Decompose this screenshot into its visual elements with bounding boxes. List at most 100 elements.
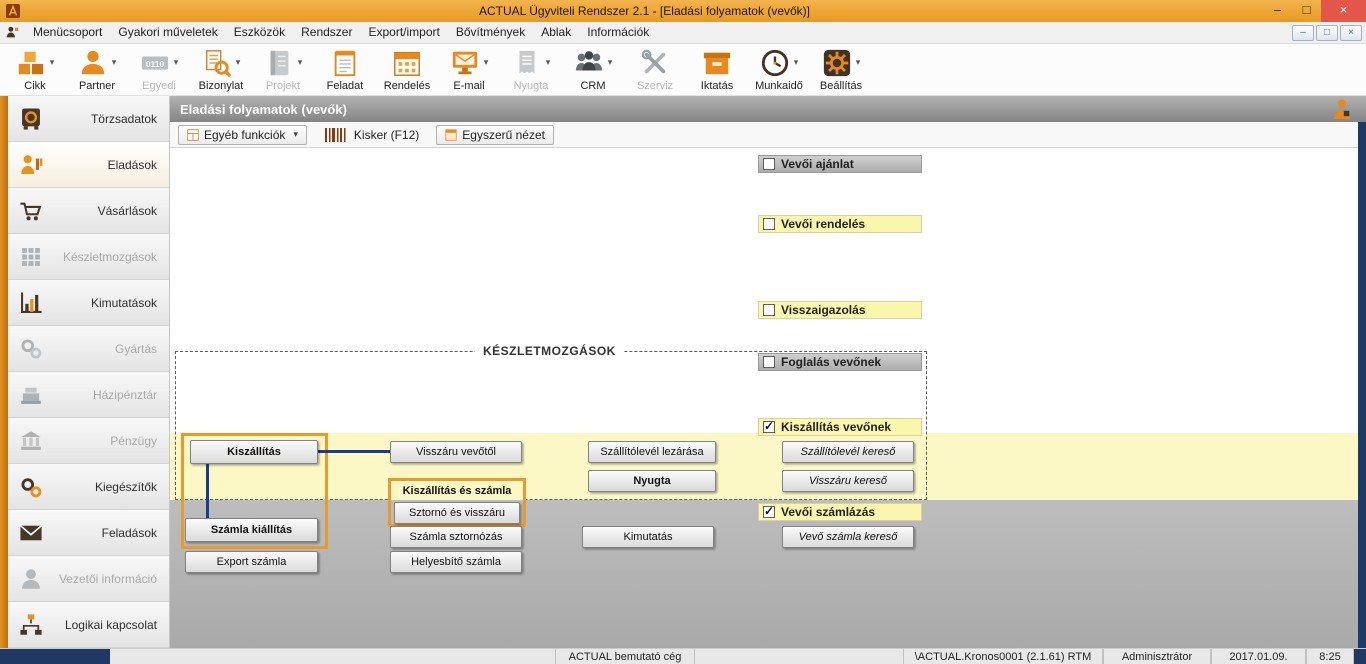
toolbar-item-email[interactable]: ▾ E-mail	[438, 44, 500, 92]
bar-chart-icon	[18, 290, 44, 316]
menu-group-icon	[6, 26, 19, 39]
svg-text:0110: 0110	[146, 58, 165, 68]
toolbar-item-label: Feladat	[327, 80, 364, 92]
toolbar-item-rendeles[interactable]: Rendelés	[376, 44, 438, 92]
checkbox-row-visszaigazolas: Visszaigazolás	[758, 301, 922, 319]
kimutatas-button[interactable]: Kimutatás	[582, 526, 714, 548]
vevo-szamla-kereso-button[interactable]: Vevő számla kereső	[782, 526, 914, 548]
dropdown-arrow-icon[interactable]: ▾	[856, 57, 861, 68]
kiszallitas-vevonek-checkbox[interactable]	[763, 421, 775, 433]
export-szamla-button[interactable]: Export számla	[185, 551, 318, 573]
dropdown-arrow-icon[interactable]: ▾	[236, 57, 241, 68]
szamla-sztornozas-button[interactable]: Számla sztornózás	[390, 526, 522, 548]
close-button[interactable]: ×	[1321, 0, 1366, 22]
statusbar-navy-right	[1354, 649, 1366, 664]
menubar: Menücsoport Gyakori műveletek Eszközök R…	[0, 22, 1366, 44]
helyesbito-szamla-button[interactable]: Helyesbítő számla	[390, 551, 522, 573]
menu-item-informaciok[interactable]: Információk	[579, 22, 657, 43]
customer-person-icon[interactable]	[1332, 98, 1352, 120]
partner-icon	[78, 48, 108, 78]
other-functions-button[interactable]: Egyéb funkciók ▾	[178, 125, 307, 145]
products-icon	[16, 48, 46, 78]
safe-icon	[18, 106, 44, 132]
toolbar-item-label: Beállítás	[820, 80, 862, 92]
dropdown-arrow-icon[interactable]: ▾	[608, 57, 613, 68]
visszaru-vevotol-button[interactable]: Visszáru vevőtől	[390, 441, 522, 463]
kiszallitas-es-szamla-title: Kiszállítás és számla	[391, 481, 523, 500]
checkbox-label: Vevői rendelés	[781, 217, 865, 231]
dropdown-arrow-icon[interactable]: ▾	[484, 57, 489, 68]
statusbar-spacer	[695, 649, 903, 664]
maximize-button[interactable]: □	[1292, 0, 1321, 22]
kisker-button[interactable]: Kisker (F12)	[317, 125, 426, 145]
functions-grid-icon	[187, 129, 199, 141]
dropdown-arrow-icon[interactable]: ▾	[794, 57, 799, 68]
vevoi-rendeles-checkbox[interactable]	[763, 218, 775, 230]
toolbar-item-cikk[interactable]: ▾ Cikk	[4, 44, 66, 92]
sztorno-es-visszaru-button[interactable]: Sztornó és visszáru	[394, 502, 520, 524]
dropdown-arrow-icon: ▾	[174, 57, 179, 68]
simple-view-button[interactable]: Egyszerű nézet	[436, 125, 554, 145]
toolbar-item-iktatas[interactable]: Iktatás	[686, 44, 748, 92]
toolbar-item-partner[interactable]: ▾ Partner	[66, 44, 128, 92]
toolbar-item-label: Egyedi	[142, 80, 176, 92]
toolbar-item-beallitas[interactable]: ▾ Beállítás	[810, 44, 872, 92]
toolbar-item-crm[interactable]: ▾ CRM	[562, 44, 624, 92]
mdi-restore-button[interactable]: □	[1316, 25, 1338, 41]
toolbar-item-label: Iktatás	[701, 80, 733, 92]
szallitolevel-kereso-button[interactable]: Szállítólevél kereső	[782, 441, 914, 463]
sidebar-item-vasarlasok[interactable]: Vásárlások	[8, 188, 169, 234]
szallitolevel-lezarasa-button[interactable]: Szállítólevél lezárása	[588, 441, 716, 463]
sidebar-item-torzsadatok[interactable]: Törzsadatok	[8, 96, 169, 142]
dropdown-arrow-icon[interactable]: ▾	[50, 57, 55, 68]
keszletmozgasok-group-label: KÉSZLETMOZGÁSOK	[475, 344, 624, 358]
szamla-kiallitas-button[interactable]: Számla kiállítás	[185, 518, 318, 542]
sidebar-item-label: Kimutatások	[44, 296, 157, 310]
toolbar-item-label: Szerviz	[637, 80, 673, 92]
menu-item-gyakori-muveletek[interactable]: Gyakori műveletek	[110, 22, 225, 43]
sidebar-item-label: Készletmozgások	[44, 250, 157, 264]
checkbox-label: Visszaigazolás	[781, 303, 866, 317]
toolbar-item-bizonylat[interactable]: ▾ Bizonylat	[190, 44, 252, 92]
toolbar-item-feladat[interactable]: Feladat	[314, 44, 376, 92]
mdi-minimize-button[interactable]: –	[1292, 25, 1314, 41]
archive-icon	[702, 48, 732, 78]
visszaru-kereso-button[interactable]: Visszáru kereső	[782, 470, 914, 492]
minimize-button[interactable]: –	[1263, 0, 1292, 22]
gray-band	[170, 500, 1366, 648]
toolbar-item-label: CRM	[580, 80, 605, 92]
email-icon	[450, 48, 480, 78]
sub-toolbar: Egyéb funkciók ▾ Kisker (F12) Egyszerű n…	[170, 122, 1366, 148]
toolbar-item-projekt: ▾ Projekt	[252, 44, 314, 92]
toolbar-item-label: E-mail	[453, 80, 484, 92]
sidebar-item-keszletmozgasok: Készletmozgások	[8, 234, 169, 280]
sidebar-item-hazipenztar: Házipénztár	[8, 372, 169, 418]
menu-item-bovitmenyek[interactable]: Bővítmények	[448, 22, 533, 43]
menu-item-menucsoport[interactable]: Menücsoport	[25, 22, 110, 43]
window-title: ACTUAL Ügyviteli Rendszer 2.1 - [Eladási…	[26, 4, 1263, 18]
sidebar-item-logikai-kapcsolat[interactable]: Logikai kapcsolat	[8, 602, 169, 648]
app-window: ACTUAL Ügyviteli Rendszer 2.1 - [Eladási…	[0, 0, 1366, 664]
statusbar-spacer	[110, 649, 555, 664]
sidebar-item-eladasok[interactable]: Eladások	[8, 142, 169, 188]
document-search-icon	[202, 48, 232, 78]
sidebar-item-kimutatasok[interactable]: Kimutatások	[8, 280, 169, 326]
kiszallitas-button[interactable]: Kiszállítás	[190, 440, 318, 464]
vevoi-szamlazas-checkbox[interactable]	[763, 506, 775, 518]
sidebar-item-feladasok[interactable]: Feladások	[8, 510, 169, 556]
dropdown-arrow-icon[interactable]: ▾	[112, 57, 117, 68]
visszaigazolas-checkbox[interactable]	[763, 304, 775, 316]
menu-item-ablak[interactable]: Ablak	[533, 22, 579, 43]
nyugta-button[interactable]: Nyugta	[588, 470, 716, 492]
toolbar-item-nyugta: ▾ Nyugta	[500, 44, 562, 92]
menu-item-export-import[interactable]: Export/import	[360, 22, 447, 43]
toolbar-item-munkaido[interactable]: ▾ Munkaidő	[748, 44, 810, 92]
titlebar: ACTUAL Ügyviteli Rendszer 2.1 - [Eladási…	[0, 0, 1366, 22]
statusbar: ACTUAL bemutató cég \ACTUAL.Kronos0001 (…	[0, 648, 1366, 664]
mdi-close-button[interactable]: ×	[1340, 25, 1362, 41]
page-header: Eladási folyamatok (vevők)	[170, 96, 1366, 122]
statusbar-date: 2017.01.09.	[1211, 649, 1306, 664]
sidebar-item-kiegeszitok[interactable]: Kiegészítők	[8, 464, 169, 510]
menu-item-eszkozok[interactable]: Eszközök	[226, 22, 293, 43]
menu-item-rendszer[interactable]: Rendszer	[293, 22, 360, 43]
